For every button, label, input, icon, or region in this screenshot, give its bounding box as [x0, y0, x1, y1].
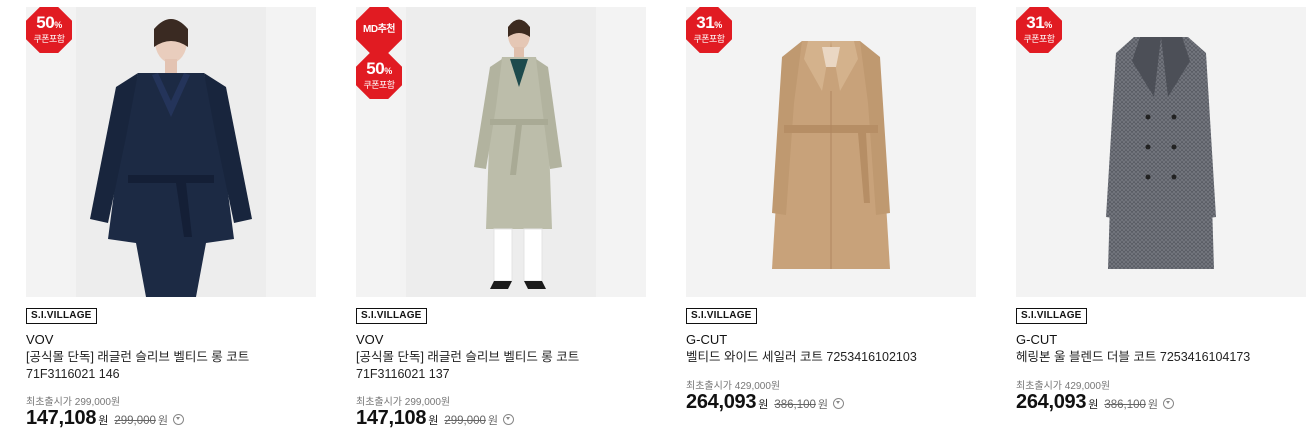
price-row: 264,093 원 386,100 원 [686, 391, 845, 414]
brand-tag: S.I.VILLAGE [26, 308, 97, 324]
product-image[interactable]: 31% 쿠폰포함 [686, 7, 976, 297]
strike-currency: 원 [487, 415, 499, 427]
price-info-icon[interactable] [833, 398, 845, 409]
sale-price: 147,108 [26, 407, 97, 429]
brand-tag: S.I.VILLAGE [686, 308, 757, 324]
strike-price: 299,000 [114, 415, 156, 427]
currency: 원 [758, 399, 769, 411]
sale-price: 264,093 [1016, 391, 1087, 413]
product-image[interactable]: 31% 쿠폰포함 [1016, 7, 1306, 297]
strike-price: 386,100 [1104, 399, 1146, 411]
original-price-label: 최초출시가 429,000원 [1016, 381, 1111, 392]
brand-name[interactable]: VOV [356, 332, 383, 348]
sale-price: 147,108 [356, 407, 427, 429]
product-name[interactable]: [공식몰 단독] 래글런 슬리브 벨티드 롱 코트 71F3116021 146 [26, 349, 318, 383]
price-info-icon[interactable] [1163, 398, 1175, 409]
price-row: 147,108 원 299,000 원 [356, 407, 515, 430]
gray-herringbone-coat-image [1106, 37, 1216, 269]
strike-currency: 원 [1147, 399, 1159, 411]
strike-price: 299,000 [444, 415, 486, 427]
price-row: 264,093 원 386,100 원 [1016, 391, 1175, 414]
beige-trench-coat-image [474, 19, 562, 289]
strike-price: 386,100 [774, 399, 816, 411]
product-grid: 50% 쿠폰포함 S.I.VILLAGE VOV [공식몰 단독] 래글런 슬리… [0, 0, 1307, 446]
original-price-label: 최초출시가 299,000원 [356, 397, 451, 408]
product-card[interactable]: 50% 쿠폰포함 S.I.VILLAGE VOV [공식몰 단독] 래글런 슬리… [26, 7, 316, 429]
sale-price: 264,093 [686, 391, 757, 413]
product-name[interactable]: 헤링본 울 블렌드 더블 코트 7253416104173 [1016, 349, 1307, 366]
discount-badge: 31% 쿠폰포함 [686, 7, 732, 53]
product-card[interactable]: 31% 쿠폰포함 S.I.VILLAGE G-CUT 헤링본 울 블렌드 더블 … [1016, 7, 1306, 413]
price-info-icon[interactable] [173, 414, 185, 425]
strike-currency: 원 [817, 399, 829, 411]
camel-coat-image [772, 41, 890, 269]
product-name[interactable]: 벨티드 와이드 세일러 코트 7253416102103 [686, 349, 978, 366]
product-image[interactable]: MD추천 50% 쿠폰포함 [356, 7, 646, 297]
price-info-icon[interactable] [503, 414, 515, 425]
original-price-label: 최초출시가 429,000원 [686, 381, 781, 392]
product-card[interactable]: 31% 쿠폰포함 S.I.VILLAGE G-CUT 벨티드 와이드 세일러 코… [686, 7, 976, 413]
currency: 원 [1088, 399, 1099, 411]
brand-tag: S.I.VILLAGE [1016, 308, 1087, 324]
brand-name[interactable]: G-CUT [686, 332, 727, 348]
strike-currency: 원 [157, 415, 169, 427]
product-card[interactable]: MD추천 50% 쿠폰포함 S.I.VILLAGE VOV [공식몰 단독] 래… [356, 7, 646, 429]
brand-tag: S.I.VILLAGE [356, 308, 427, 324]
discount-badge: 50% 쿠폰포함 [26, 7, 72, 53]
navy-trench-coat-image [90, 19, 252, 297]
currency: 원 [428, 415, 439, 427]
price-row: 147,108 원 299,000 원 [26, 407, 185, 430]
discount-badge: 31% 쿠폰포함 [1016, 7, 1062, 53]
product-name[interactable]: [공식몰 단독] 래글런 슬리브 벨티드 롱 코트 71F3116021 137 [356, 349, 648, 383]
currency: 원 [98, 415, 109, 427]
original-price-label: 최초출시가 299,000원 [26, 397, 121, 408]
product-image[interactable]: 50% 쿠폰포함 [26, 7, 316, 297]
brand-name[interactable]: VOV [26, 332, 53, 348]
brand-name[interactable]: G-CUT [1016, 332, 1057, 348]
